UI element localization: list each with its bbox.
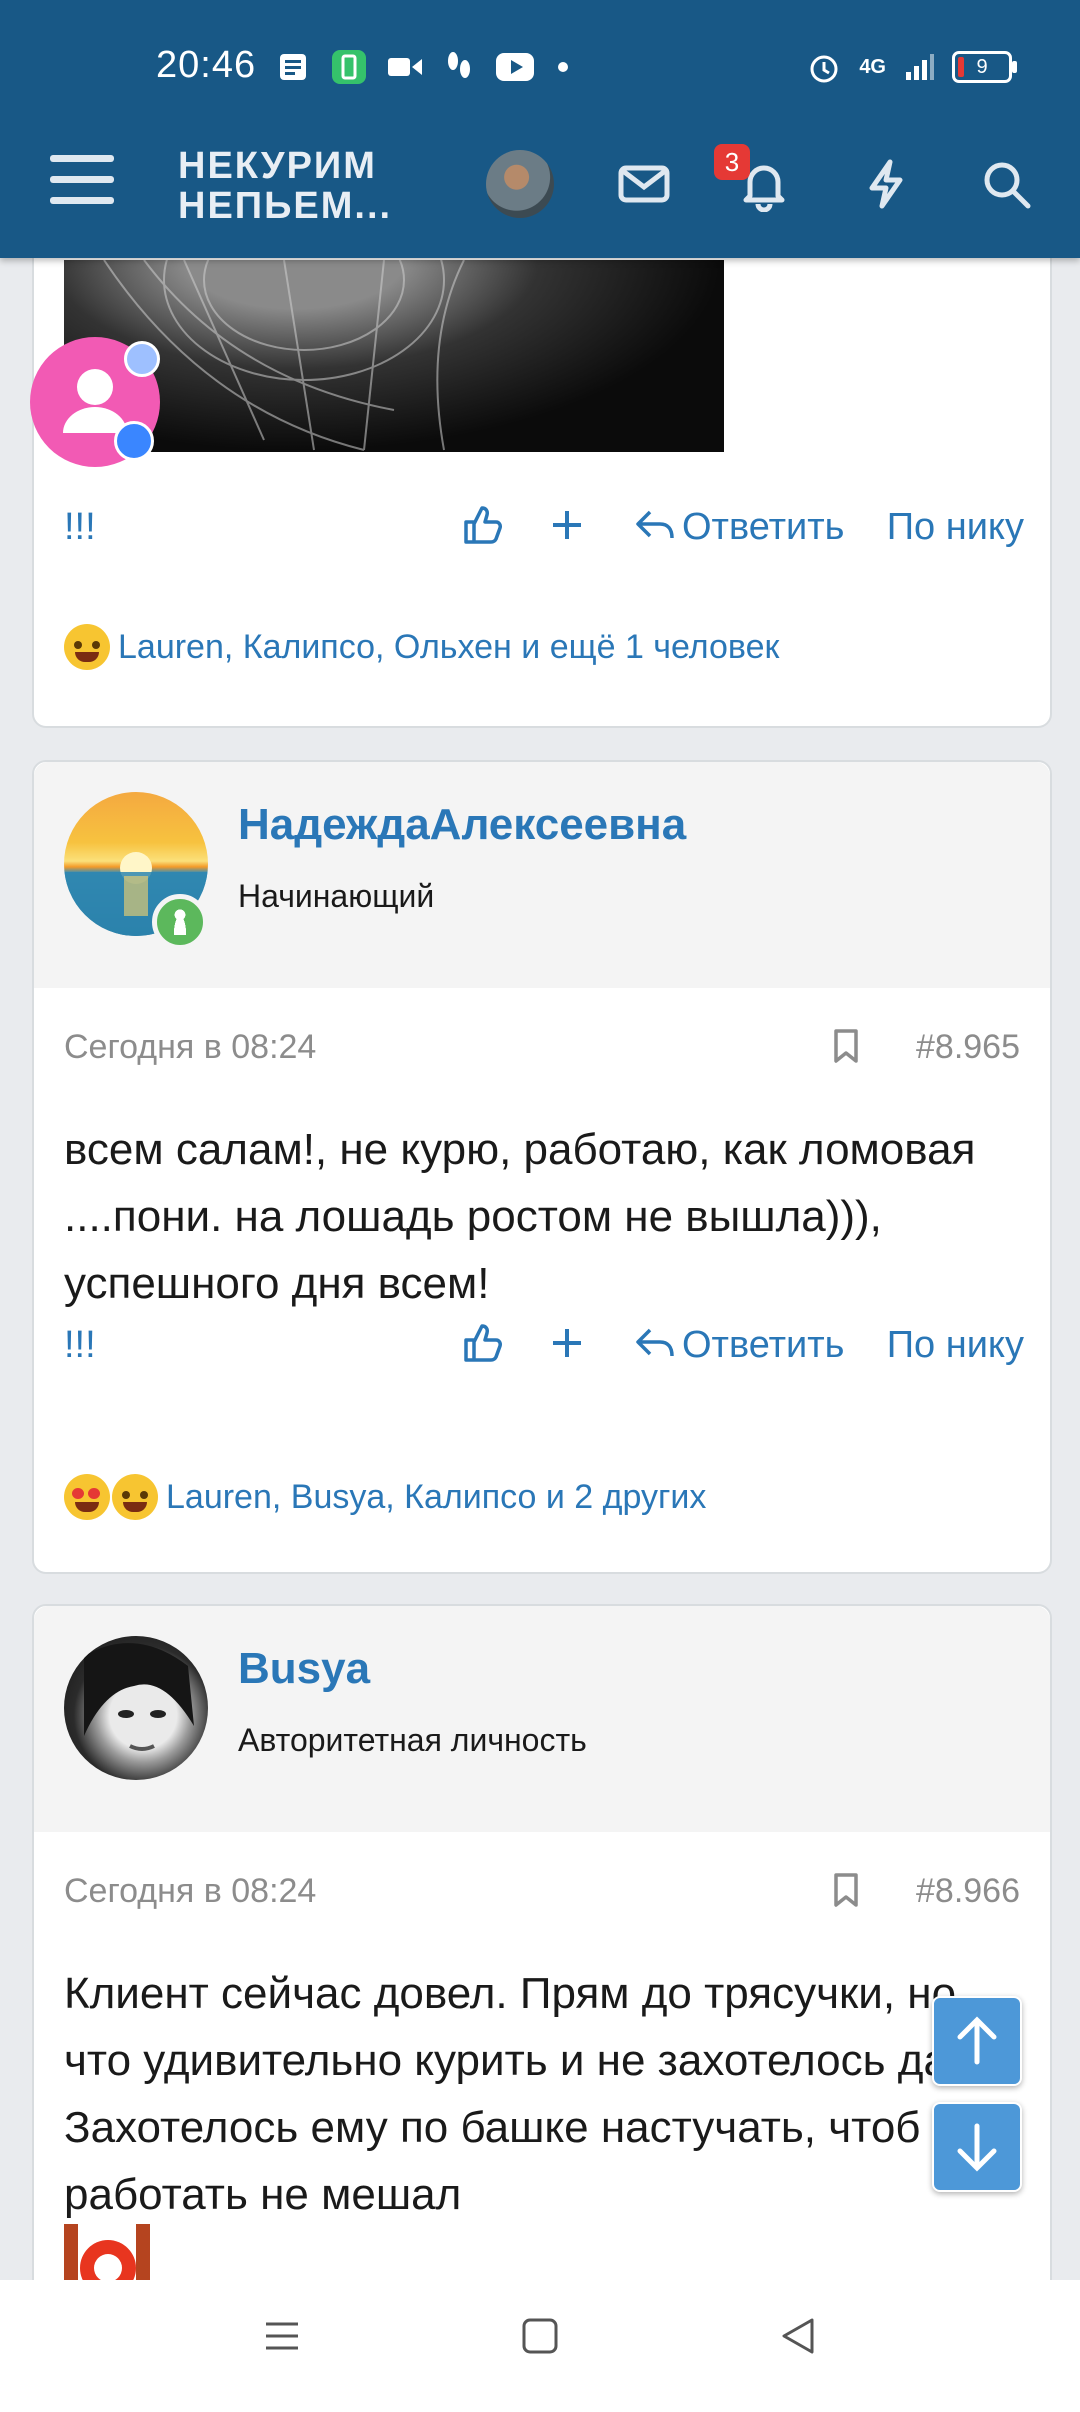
reply-button[interactable]: Ответить	[682, 1324, 844, 1367]
post-card-8966: Busya Авторитетная личность Сегодня в 08…	[32, 1604, 1052, 2368]
post-card-8965: НадеждаАлексеевна Начинающий Сегодня в 0…	[32, 760, 1052, 1574]
video-icon	[388, 58, 422, 76]
battery-level: 9	[976, 56, 988, 78]
author-username[interactable]: НадеждаАлексеевна	[238, 800, 686, 850]
author-title: Начинающий	[238, 878, 435, 914]
plus-icon[interactable]	[550, 508, 584, 542]
plus-icon[interactable]	[550, 1326, 584, 1360]
system-nav-bar	[0, 2280, 1080, 2412]
rofl-emoji-icon	[112, 1474, 158, 1520]
reaction-button[interactable]: !!!	[64, 1324, 96, 1367]
reply-icon	[636, 1328, 674, 1357]
message-icon	[114, 421, 154, 461]
like-icon[interactable]	[460, 1320, 504, 1364]
post-meta: Сегодня в 08:24 #8.966	[64, 1872, 1020, 1911]
inbox-icon[interactable]	[616, 156, 672, 212]
post-author-block: НадеждаАлексеевна Начинающий	[34, 762, 1050, 988]
reactions-summary[interactable]: Lauren, Busya, Калипсо и 2 других	[64, 1474, 706, 1520]
rofl-emoji-icon	[64, 624, 110, 670]
reactions-summary[interactable]: Lauren, Калипсо, Ольхен и ещё 1 человек	[64, 624, 779, 670]
reply-icon	[636, 510, 674, 539]
post-actions: !!! Ответить По нику	[64, 1318, 1024, 1378]
scroll-down-button[interactable]	[932, 2102, 1022, 2192]
youtube-icon	[496, 53, 534, 81]
post-meta: Сегодня в 08:24 #8.965	[64, 1028, 1020, 1067]
menu-icon	[50, 155, 114, 162]
author-username[interactable]: Busya	[238, 1644, 370, 1694]
like-icon[interactable]	[460, 502, 504, 546]
post-image[interactable]	[64, 260, 724, 452]
post-number[interactable]: #8.965	[916, 1028, 1020, 1067]
search-icon[interactable]	[978, 156, 1034, 212]
network-type: 4G	[859, 55, 886, 78]
app-header: 20:46 4G 9 НЕКУРИМ НЕПЬЕМ... 3	[0, 0, 1080, 258]
notifications-badge: 3	[714, 144, 750, 180]
home-icon[interactable]	[520, 2316, 560, 2356]
reactions-list: Lauren, Busya, Калипсо и 2 других	[166, 1477, 707, 1516]
chat-head-bubble[interactable]	[30, 337, 160, 467]
steps-icon	[448, 52, 470, 78]
nav-bar: НЕКУРИМ НЕПЬЕМ... 3	[0, 140, 1080, 258]
reactions-list: Lauren, Калипсо, Ольхен и ещё 1 человек	[118, 627, 780, 666]
post-author-block: Busya Авторитетная личность	[34, 1606, 1050, 1832]
arrow-up-icon	[957, 2016, 997, 2065]
lightning-icon[interactable]	[858, 156, 914, 212]
post-number[interactable]: #8.966	[916, 1872, 1020, 1911]
post-body: Клиент сейчас довел. Прям до трясучки, н…	[64, 1969, 1015, 2219]
post-time[interactable]: Сегодня в 08:24	[64, 1872, 316, 1910]
recent-apps-icon[interactable]	[262, 2316, 302, 2356]
author-title: Авторитетная личность	[238, 1722, 587, 1758]
scroll-up-button[interactable]	[932, 1996, 1022, 2086]
portrait-image	[84, 1643, 194, 1751]
angry-sticker-icon	[64, 2224, 154, 2296]
arrow-down-icon	[957, 2123, 997, 2172]
bookmark-icon[interactable]	[832, 1028, 860, 1064]
spiderweb-image	[103, 260, 465, 451]
post-time[interactable]: Сегодня в 08:24	[64, 1028, 316, 1066]
reaction-button[interactable]: !!!	[64, 506, 96, 549]
status-bar: 20:46 4G 9	[0, 0, 1080, 140]
battery-saver-icon	[332, 50, 366, 84]
status-right-icons: 4G 9	[807, 50, 1017, 84]
back-icon[interactable]	[778, 2316, 818, 2356]
logo-line-1: НЕКУРИМ	[178, 145, 377, 187]
by-nick-button[interactable]: По нику	[887, 506, 1024, 549]
site-logo[interactable]: НЕКУРИМ НЕПЬЕМ...	[178, 146, 392, 226]
signal-icon	[906, 54, 934, 80]
post-actions: !!! Ответить По нику	[64, 500, 1024, 560]
menu-button[interactable]	[50, 155, 114, 211]
author-avatar[interactable]	[64, 1636, 208, 1780]
status-time: 20:46	[156, 44, 257, 86]
alarm-icon	[810, 55, 838, 83]
by-nick-button[interactable]: По нику	[887, 1324, 1024, 1367]
status-left-icons	[278, 50, 570, 84]
user-avatar[interactable]	[486, 150, 554, 218]
logo-line-2: НЕПЬЕМ...	[178, 185, 393, 227]
dot-icon	[558, 62, 568, 72]
online-status-icon	[152, 894, 208, 950]
bookmark-icon[interactable]	[832, 1872, 860, 1908]
heart-eyes-emoji-icon	[64, 1474, 110, 1520]
battery-indicator: 9	[952, 51, 1017, 83]
presence-dot	[124, 341, 160, 377]
post-body: всем салам!, не курю, работаю, как ломов…	[64, 1125, 976, 1308]
reply-button[interactable]: Ответить	[682, 506, 844, 549]
news-icon	[280, 54, 306, 80]
